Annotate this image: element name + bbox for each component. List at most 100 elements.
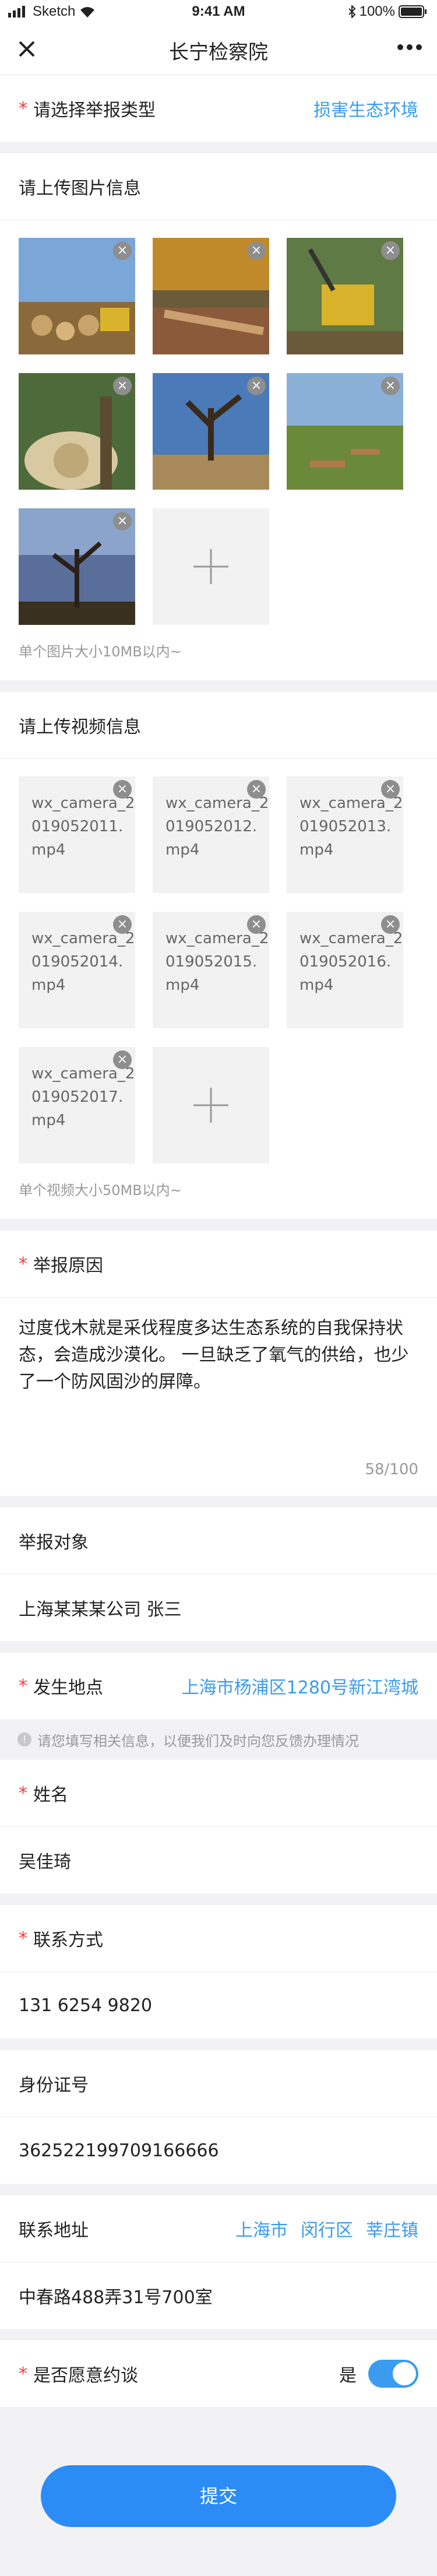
delete-video-icon[interactable]: × [247,780,266,799]
name-label-row: * 姓名 [0,1760,437,1826]
reason-section: * 举报原因 过度伐木就是采伐程度多达生态系统的自我保持状态，会造成沙漠化。 一旦… [0,1231,437,1496]
reason-label: 举报原因 [33,1256,103,1276]
delete-image-icon[interactable]: × [247,377,266,395]
video-thumb[interactable]: wx_camera_2019052017.mp4 × [19,1047,135,1164]
address-region-row[interactable]: 联系地址 上海市 闵行区 莘庄镇 [0,2195,437,2262]
battery-icon [399,5,427,18]
id-label-row: 身份证号 [0,2050,437,2117]
image-thumb[interactable]: × [19,238,135,354]
delete-video-icon[interactable]: × [247,915,266,934]
video-thumb[interactable]: wx_camera_2019052014.mp4 × [19,912,135,1028]
target-section: 举报对象 上海某某某公司 张三 [0,1507,437,1641]
video-grid: wx_camera_2019052011.mp4 × wx_camera_2019… [0,759,437,1164]
report-type-value[interactable]: 损害生态环境 [313,96,418,121]
reason-counter: 58/100 [365,1461,418,1478]
name-section: * 姓名 吴佳琦 [0,1760,437,1893]
video-thumb[interactable]: wx_camera_2019052016.mp4 × [287,912,403,1028]
delete-image-icon[interactable]: × [113,377,132,395]
delete-image-icon[interactable]: × [247,241,266,260]
report-type-label: 请选择举报类型 [33,100,156,121]
delete-image-icon[interactable]: × [381,241,400,260]
bluetooth-icon [348,5,356,18]
interview-label: 是否愿意约谈 [33,2366,138,2386]
delete-video-icon[interactable]: × [381,915,400,934]
contact-label-row: * 联系方式 [0,1905,437,1971]
plus-icon [193,1088,228,1123]
contact-input[interactable]: 131 6254 9820 [0,1971,437,2039]
delete-video-icon[interactable]: × [113,780,132,799]
plus-icon [193,549,228,584]
id-label: 身份证号 [19,2075,89,2096]
nav-bar: 长宁检察院 [0,23,437,75]
address-label: 联系地址 [19,2220,89,2241]
target-value: 上海某某某公司 张三 [19,1600,182,1620]
image-grid: × × × × × × × [0,220,437,625]
video-upload-title: 请上传视频信息 [0,692,437,759]
video-thumb[interactable]: wx_camera_2019052015.mp4 × [153,912,269,1028]
feedback-note: ! 请您填写相关信息，以便我们及时向您反馈办理情况 [0,1719,437,1760]
image-thumb[interactable]: × [19,508,135,625]
address-city[interactable]: 上海市 [235,2216,288,2241]
submit-area: 提交 [0,2407,437,2576]
info-icon: ! [17,1732,31,1746]
name-value: 吴佳琦 [19,1852,71,1872]
page-title: 长宁检察院 [169,41,268,64]
id-section: 身份证号 362522199709166666 [0,2050,437,2184]
target-label-row: 举报对象 [0,1507,437,1574]
interview-value: 是 [339,2366,357,2386]
image-thumb[interactable]: × [19,373,135,490]
image-thumb[interactable]: × [153,238,269,354]
contact-section: * 联系方式 131 6254 9820 [0,1905,437,2039]
address-town[interactable]: 莘庄镇 [366,2216,418,2241]
image-upload-section: 请上传图片信息 × × × × × × × 单个图片大小10MB以内~ [0,153,437,680]
image-thumb[interactable]: × [287,373,403,490]
video-thumb[interactable]: wx_camera_2019052012.mp4 × [153,776,269,893]
contact-value: 131 6254 9820 [19,1995,153,2016]
reason-title: * 举报原因 [0,1231,437,1298]
status-right: 100% [348,3,428,20]
address-detail: 中春路488弄31号700室 [19,2287,213,2308]
add-image-button[interactable] [153,508,269,625]
interview-toggle[interactable] [368,2360,418,2388]
image-size-hint: 单个图片大小10MB以内~ [19,644,182,660]
interview-section: * 是否愿意约谈 是 [0,2340,437,2407]
id-value: 362522199709166666 [19,2140,219,2161]
location-section: * 发生地点 上海市杨浦区1280号新江湾城 [0,1653,437,1719]
video-size-hint: 单个视频大小50MB以内~ [19,1182,182,1199]
contact-label: 联系方式 [33,1930,103,1951]
feedback-note-text: 请您填写相关信息，以便我们及时向您反馈办理情况 [37,1732,359,1749]
delete-image-icon[interactable]: × [113,241,132,260]
video-thumb[interactable]: wx_camera_2019052011.mp4 × [19,776,135,893]
address-detail-input[interactable]: 中春路488弄31号700室 [0,2262,437,2329]
video-thumb[interactable]: wx_camera_2019052013.mp4 × [287,776,403,893]
image-thumb[interactable]: × [287,238,403,354]
image-upload-title: 请上传图片信息 [0,153,437,220]
address-region-picker[interactable]: 上海市 闵行区 莘庄镇 [235,2216,418,2241]
report-type-section: * 请选择举报类型 损害生态环境 [0,75,437,142]
delete-image-icon[interactable]: × [381,377,400,395]
battery-percent: 100% [359,3,395,19]
target-label: 举报对象 [19,1533,89,1553]
name-label: 姓名 [33,1785,68,1805]
delete-video-icon[interactable]: × [113,915,132,934]
delete-image-icon[interactable]: × [113,512,132,530]
id-input[interactable]: 362522199709166666 [0,2117,437,2184]
location-value[interactable]: 上海市杨浦区1280号新江湾城 [182,1673,418,1699]
interview-row: * 是否愿意约谈 是 [0,2340,437,2407]
location-label: 发生地点 [33,1678,103,1698]
address-section: 联系地址 上海市 闵行区 莘庄镇 中春路488弄31号700室 [0,2195,437,2329]
target-input[interactable]: 上海某某某公司 张三 [0,1574,437,1641]
delete-video-icon[interactable]: × [113,1050,132,1069]
reason-textarea[interactable]: 过度伐木就是采伐程度多达生态系统的自我保持状态，会造成沙漠化。 一旦缺乏了氧气的… [0,1298,437,1461]
address-district[interactable]: 闵行区 [301,2216,353,2241]
report-type-row[interactable]: * 请选择举报类型 损害生态环境 [0,75,437,142]
location-row[interactable]: * 发生地点 上海市杨浦区1280号新江湾城 [0,1653,437,1719]
image-thumb[interactable]: × [153,373,269,490]
delete-video-icon[interactable]: × [381,780,400,799]
add-video-button[interactable] [153,1047,269,1164]
video-upload-section: 请上传视频信息 wx_camera_2019052011.mp4 × wx_cam… [0,692,437,1219]
submit-button[interactable]: 提交 [41,2465,396,2527]
status-bar: Sketch 9:41 AM 100% [0,0,437,23]
more-icon[interactable] [397,44,422,50]
name-input[interactable]: 吴佳琦 [0,1826,437,1893]
